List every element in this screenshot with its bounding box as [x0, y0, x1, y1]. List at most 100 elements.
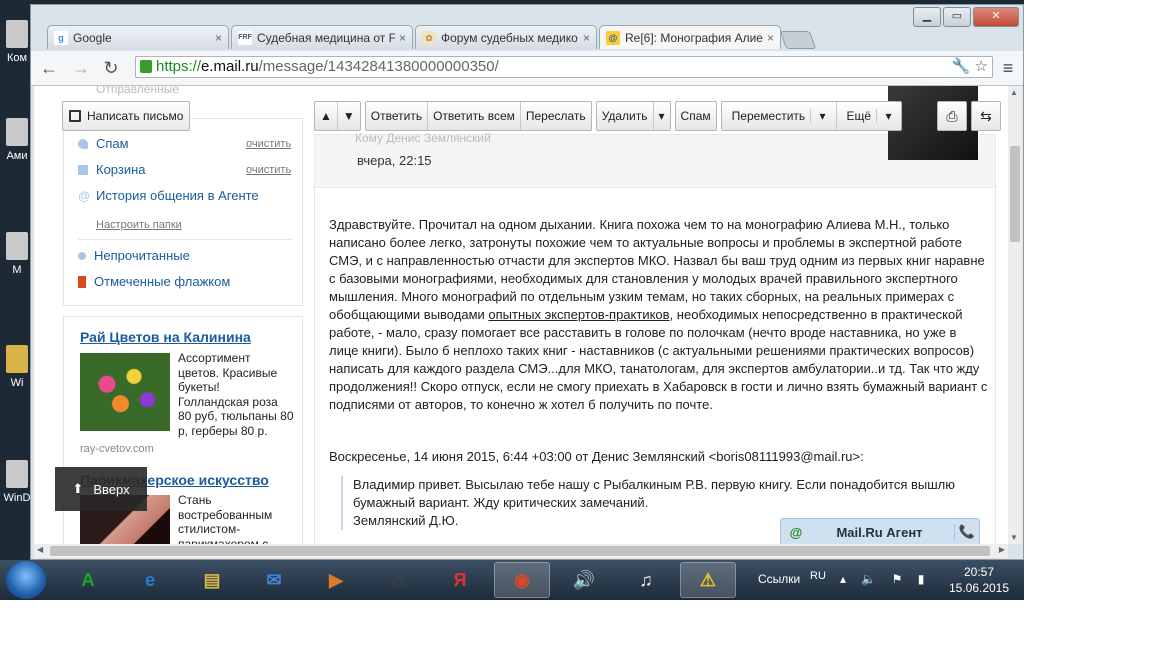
- recipient-partial: Кому Денис Землянский: [355, 131, 491, 145]
- horizontal-scrollbar[interactable]: ◀ ▶: [34, 544, 1008, 558]
- tab-google[interactable]: g Google ×: [47, 25, 229, 49]
- reload-button[interactable]: ↻: [99, 57, 123, 79]
- taskbar-app-yandex[interactable]: Я: [432, 562, 488, 598]
- folder-unread[interactable]: Непрочитанные: [78, 248, 190, 263]
- tab-forum[interactable]: ✿ Форум судебных медико ×: [415, 25, 597, 49]
- chevron-down-icon: ▾: [819, 109, 826, 123]
- vertical-scrollbar[interactable]: ▲ ▼: [1008, 86, 1022, 544]
- print-button[interactable]: ⎙: [937, 101, 967, 131]
- message-text: Здравствуйте. Прочитал на одном дыхании.…: [329, 217, 988, 412]
- delete-button[interactable]: Удалить: [597, 102, 654, 130]
- agent-at-icon: @: [789, 524, 803, 540]
- maximize-button[interactable]: ▭: [943, 7, 971, 27]
- next-message-button[interactable]: ▼: [338, 102, 360, 130]
- language-indicator[interactable]: RU: [810, 570, 826, 582]
- clear-spam-link[interactable]: очистить: [246, 138, 291, 150]
- mail-icon: ✉: [266, 570, 282, 590]
- desktop-icon-amigo[interactable]: Ами: [2, 118, 32, 162]
- folder-icon: [6, 345, 28, 373]
- close-window-button[interactable]: ✕: [973, 7, 1019, 27]
- agent-label: Mail.Ru Агент: [836, 524, 923, 540]
- ad-site-flowers[interactable]: ray-cvetov.com: [80, 443, 154, 455]
- reply-button[interactable]: Ответить: [366, 102, 429, 130]
- tab-sud-medicine[interactable]: FRF Судебная медицина от FRF ×: [231, 25, 413, 49]
- phone-icon[interactable]: 📞: [954, 524, 979, 540]
- desktop-icon-m[interactable]: М: [2, 232, 32, 276]
- tab-mail-active[interactable]: @ Re[6]: Монография Алиев ×: [599, 25, 781, 49]
- tab-title: Судебная медицина от FRF: [257, 30, 395, 45]
- bookmark-star-icon[interactable]: 🔧 ☆: [952, 57, 988, 77]
- clock[interactable]: 20:57 15.06.2015: [944, 564, 1014, 596]
- flag-icon: [78, 275, 86, 288]
- flowers-image[interactable]: [80, 353, 170, 431]
- taskbar-app-ie[interactable]: e: [122, 562, 178, 598]
- delete-dropdown-icon[interactable]: ▾: [654, 102, 670, 130]
- tab-close-icon[interactable]: ×: [583, 31, 590, 45]
- mail-page: Отправленные Написать письмо Спам очисти…: [34, 86, 1008, 544]
- quote-text: Владимир привет. Высылаю тебе нашу с Рыб…: [353, 477, 955, 510]
- taskbar-app-explorer[interactable]: ▤: [184, 562, 240, 598]
- frf-favicon-icon: FRF: [238, 30, 252, 45]
- spam-button[interactable]: Спам: [674, 101, 717, 131]
- menu-icon[interactable]: ≡: [997, 57, 1019, 79]
- expand-button[interactable]: ⇆: [971, 101, 1001, 131]
- taskbar-app-itunes[interactable]: ♫: [618, 562, 674, 598]
- taskbar-app-mail[interactable]: ✉: [246, 562, 302, 598]
- taskbar-app-warning[interactable]: ⚠: [680, 562, 736, 598]
- links-toolbar[interactable]: Ссылки: [758, 572, 800, 586]
- media-icon: ▶: [329, 570, 343, 590]
- folder-sent-partial[interactable]: Отправленные: [96, 86, 179, 96]
- forum-favicon-icon: ✿: [422, 30, 436, 45]
- scrollbar-thumb[interactable]: [50, 546, 990, 556]
- back-button[interactable]: ←: [37, 57, 61, 79]
- scroll-down-icon[interactable]: ▼: [1010, 533, 1018, 542]
- app-icon: [6, 460, 28, 488]
- more-button[interactable]: Ещё ▾: [837, 102, 902, 130]
- tab-close-icon[interactable]: ×: [767, 31, 774, 45]
- configure-folders-link[interactable]: Настроить папки: [96, 219, 182, 231]
- tray-icons[interactable]: ▴ 🔈 ⚑ ▮: [840, 572, 930, 586]
- clear-trash-link[interactable]: очистить: [246, 164, 291, 176]
- ad-title-flowers[interactable]: Рай Цветов на Калинина: [80, 329, 251, 345]
- taskbar-app-amigo[interactable]: A: [60, 562, 116, 598]
- prev-message-button[interactable]: ▲: [315, 102, 338, 130]
- folder-spam[interactable]: Спам очистить: [78, 136, 291, 151]
- computer-icon: [6, 20, 28, 48]
- view-buttons: ⎙ ⇆: [937, 101, 1001, 131]
- new-tab-button[interactable]: [779, 31, 817, 49]
- move-group: Переместить ▾ Ещё ▾: [720, 101, 903, 131]
- desktop-icon-win[interactable]: Wi: [2, 345, 32, 389]
- minimize-button[interactable]: ▁: [913, 7, 941, 27]
- desktop-icon-wind[interactable]: WinD: [2, 460, 32, 504]
- nav-arrows: ▲ ▼: [314, 101, 361, 131]
- mail-favicon-icon: @: [606, 30, 620, 45]
- forward-button[interactable]: →: [69, 57, 93, 79]
- folder-agent-history[interactable]: @ История общения в Агенте: [78, 188, 259, 203]
- taskbar-app-chrome[interactable]: ◉: [494, 562, 550, 598]
- start-button[interactable]: [6, 561, 46, 599]
- tab-close-icon[interactable]: ×: [399, 31, 406, 45]
- scrollbar-thumb[interactable]: [1010, 146, 1020, 242]
- scroll-to-top-button[interactable]: ⬆ Вверх: [55, 467, 147, 511]
- tab-title: Re[6]: Монография Алиев: [625, 30, 763, 45]
- folder-trash[interactable]: Корзина очистить: [78, 162, 291, 177]
- system-tray: Ссылки RU ▴ 🔈 ⚑ ▮ 20:57 15.06.2015: [748, 560, 1024, 600]
- scroll-right-icon[interactable]: ▶: [999, 545, 1005, 554]
- scroll-up-icon[interactable]: ▲: [1010, 88, 1018, 97]
- taskbar-app-volume[interactable]: 🔊: [556, 562, 612, 598]
- desktop-icon-computer[interactable]: Ком: [2, 20, 32, 64]
- arrow-up-icon: ⬆: [72, 481, 84, 496]
- mailru-agent-bar[interactable]: @ Mail.Ru Агент 📞: [780, 518, 980, 544]
- taskbar-app-home[interactable]: ⌂: [370, 562, 426, 598]
- scroll-left-icon[interactable]: ◀: [37, 545, 43, 554]
- folder-label: Корзина: [96, 162, 146, 177]
- forward-button[interactable]: Переслать: [521, 102, 591, 130]
- taskbar-app-media[interactable]: ▶: [308, 562, 364, 598]
- folder-flagged[interactable]: Отмеченные флажком: [78, 274, 230, 289]
- reply-all-button[interactable]: Ответить всем: [428, 102, 521, 130]
- move-button[interactable]: Переместить ▾: [722, 102, 837, 130]
- address-bar[interactable]: https://e.mail.ru/message/14342841380000…: [135, 56, 993, 78]
- reply-group: Ответить Ответить всем Переслать: [364, 101, 592, 131]
- tab-close-icon[interactable]: ×: [215, 31, 222, 45]
- compose-button[interactable]: Написать письмо: [62, 101, 190, 131]
